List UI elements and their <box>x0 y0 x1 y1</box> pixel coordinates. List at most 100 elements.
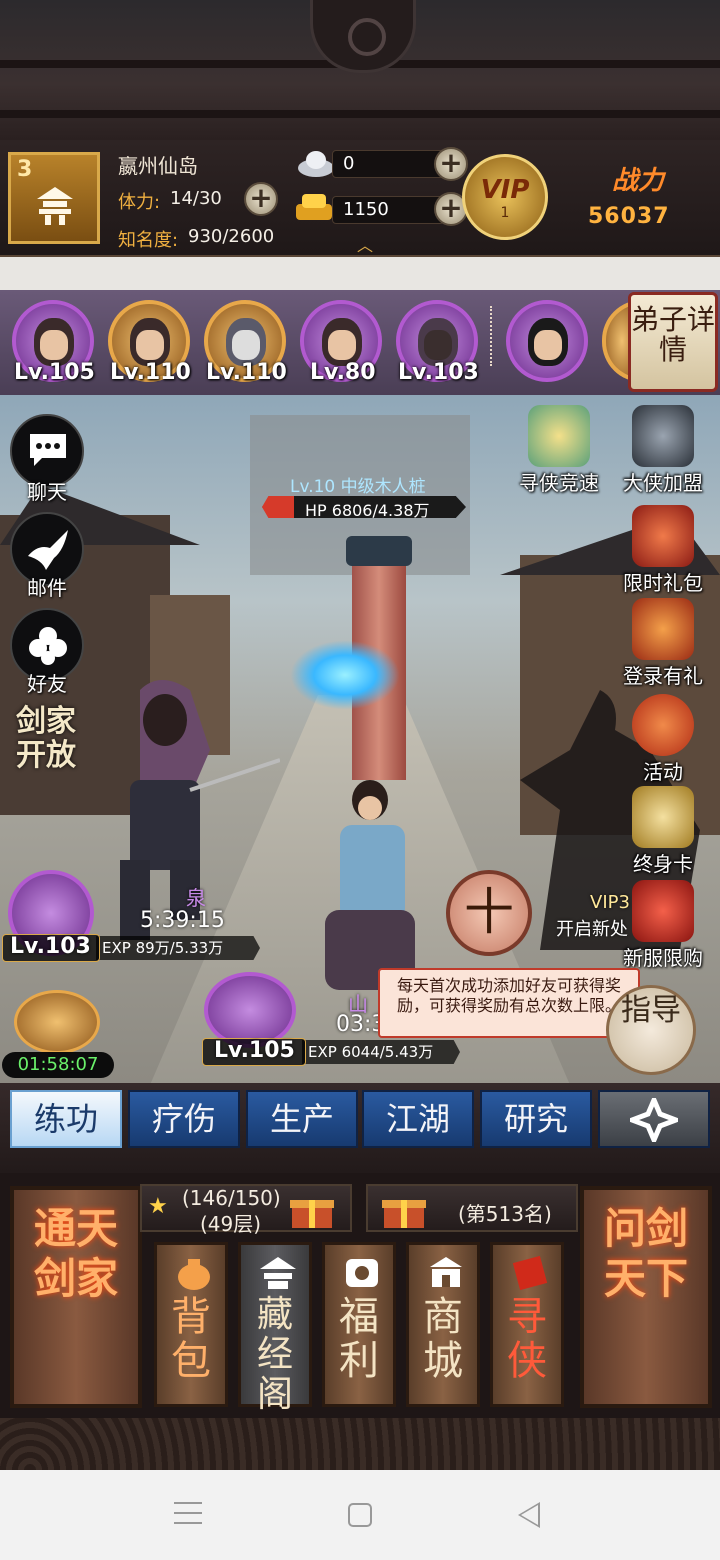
ten-button[interactable]: 十 <box>446 870 532 956</box>
shop-button[interactable]: 商城 <box>406 1242 480 1407</box>
event-xunxia-race[interactable]: 寻侠竞速 <box>514 405 604 496</box>
sutra-pavilion-label: 藏经阁 <box>256 1294 293 1415</box>
event-login-reward[interactable]: 登录有礼 <box>618 598 708 689</box>
tower-stars: (146/150) <box>182 1186 281 1210</box>
shrine-event-icon[interactable] <box>14 990 100 1054</box>
roster-divider <box>490 306 496 366</box>
event-label: 活动 <box>643 760 683 784</box>
shop-label: 商城 <box>423 1294 463 1384</box>
event-activity[interactable]: 活动 <box>618 694 708 785</box>
seek-hero-button[interactable]: 寻侠 <box>490 1242 564 1407</box>
hero-level-4: Lv.80 <box>310 360 376 385</box>
event-new-server-purchase[interactable]: 新服限购 <box>618 880 708 971</box>
target-hp-fill <box>262 496 294 518</box>
tower-progress-bar[interactable]: ★ (146/150) (49层) <box>140 1184 352 1236</box>
guide-label: 指导 <box>621 993 681 1028</box>
roof-decoration <box>0 0 720 140</box>
gift-icon <box>290 1200 334 1228</box>
unit1-timer: 5:39:15 <box>140 908 225 933</box>
hero-level-1: Lv.105 <box>14 360 95 385</box>
stamina-label: 体力: <box>118 192 161 213</box>
welfare-label: 福利 <box>339 1294 379 1384</box>
gift-box-icon <box>632 880 694 942</box>
pavilion-icon <box>260 1257 296 1289</box>
unit2-portrait[interactable] <box>204 972 296 1048</box>
wenjian-tianxia-button[interactable]: 问剑天下 <box>580 1186 712 1408</box>
rank-number: 3 <box>17 157 33 182</box>
disciple-detail-button[interactable]: 弟子详情 <box>628 292 718 392</box>
bag-icon <box>178 1259 210 1290</box>
power-value: 56037 <box>588 204 670 229</box>
card-icon <box>632 786 694 848</box>
star-icon: ★ <box>148 1194 168 1219</box>
ranking-bar[interactable]: (第513名) <box>366 1184 578 1232</box>
unit1-name: 泉 <box>186 886 206 910</box>
swordsman-character <box>325 780 415 990</box>
power-label: 战力 <box>612 166 665 196</box>
lantern-icon <box>632 694 694 756</box>
unit1-level: Lv.103 <box>10 934 91 959</box>
target-hp-text: HP 6806/4.38万 <box>305 501 430 520</box>
player-name: 嬴州仙岛 <box>118 154 198 178</box>
gift-bag-icon <box>632 505 694 567</box>
home-icon[interactable] <box>348 1503 372 1527</box>
event-label: 限时礼包 <box>623 571 703 595</box>
ornament-icon <box>630 1098 678 1142</box>
welfare-button[interactable]: 福利 <box>322 1242 396 1407</box>
backpack-label: 背包 <box>171 1294 211 1384</box>
slash-effect <box>290 640 400 710</box>
dove-icon <box>28 530 68 570</box>
add-stamina-button[interactable]: + <box>244 182 278 216</box>
silver-value: 0 <box>332 150 444 178</box>
tongtian-jianjia-button[interactable]: 通天剑家 <box>10 1186 142 1408</box>
flower-icon <box>29 627 67 665</box>
pavilion-icon <box>37 187 73 225</box>
tab-more[interactable] <box>598 1090 710 1148</box>
fame-label: 知名度: <box>118 230 179 251</box>
friend-reward-tooltip: 每天首次成功添加好友可获得奖励，可获得奖励有总次数上限。 <box>378 968 640 1038</box>
tab-produce[interactable]: 生产 <box>246 1090 358 1148</box>
event-label: 新服限购 <box>623 946 703 970</box>
vip-level: 1 <box>500 205 510 221</box>
guide-button[interactable]: 指导 <box>606 985 696 1075</box>
stamina-value: 14/30 <box>170 188 222 209</box>
tab-practice[interactable]: 练功 <box>10 1090 122 1148</box>
fame-value: 930/2600 <box>188 226 275 247</box>
expand-chevron-icon[interactable]: ︿ <box>350 232 380 255</box>
unit1-exp: EXP 89万/5.33万 <box>96 936 260 960</box>
tab-heal[interactable]: 疗伤 <box>128 1090 240 1148</box>
chat-bubble-icon <box>30 434 66 466</box>
event-label: 寻侠竞速 <box>519 471 599 495</box>
unit2-exp: EXP 6044/5.43万 <box>302 1040 460 1064</box>
event-label: 登录有礼 <box>623 664 703 688</box>
event-lifetime-card[interactable]: 终身卡 <box>618 786 708 877</box>
hero-portrait-6[interactable] <box>506 300 588 382</box>
back-icon[interactable] <box>518 1502 540 1528</box>
jian-open-badge[interactable]: 剑家开放 <box>6 705 86 785</box>
tab-jianghu[interactable]: 江湖 <box>362 1090 474 1148</box>
hero-level-2: Lv.110 <box>110 360 191 385</box>
unit2-level: Lv.105 <box>214 1038 295 1063</box>
vip-badge[interactable]: VIP 1 <box>462 154 548 240</box>
hero-level-5: Lv.103 <box>398 360 479 385</box>
event-hero-join[interactable]: 大侠加盟 <box>618 405 708 496</box>
tab-research[interactable]: 研究 <box>480 1090 592 1148</box>
event-label: 大侠加盟 <box>623 471 703 495</box>
helmet-icon <box>632 405 694 467</box>
ranking-text: (第513名) <box>458 1202 552 1226</box>
menu-icon[interactable] <box>174 1502 202 1524</box>
backpack-button[interactable]: 背包 <box>154 1242 228 1407</box>
separator-strip <box>0 257 720 290</box>
coin-icon <box>346 1259 378 1287</box>
chat-label: 聊天 <box>27 480 67 504</box>
treasure-chest-icon <box>632 598 694 660</box>
add-silver-button[interactable]: + <box>434 147 468 181</box>
event-limited-gift[interactable]: 限时礼包 <box>618 505 708 596</box>
rank-badge[interactable]: 3 <box>8 152 100 244</box>
sutra-pavilion-button[interactable]: 藏经阁 <box>238 1242 312 1415</box>
gold-value: 1150 <box>332 196 444 224</box>
hero-level-3: Lv.110 <box>206 360 287 385</box>
mail-label: 邮件 <box>27 576 67 600</box>
red-seal-icon <box>512 1255 548 1291</box>
new-server-text: 开启新处 <box>556 919 628 940</box>
